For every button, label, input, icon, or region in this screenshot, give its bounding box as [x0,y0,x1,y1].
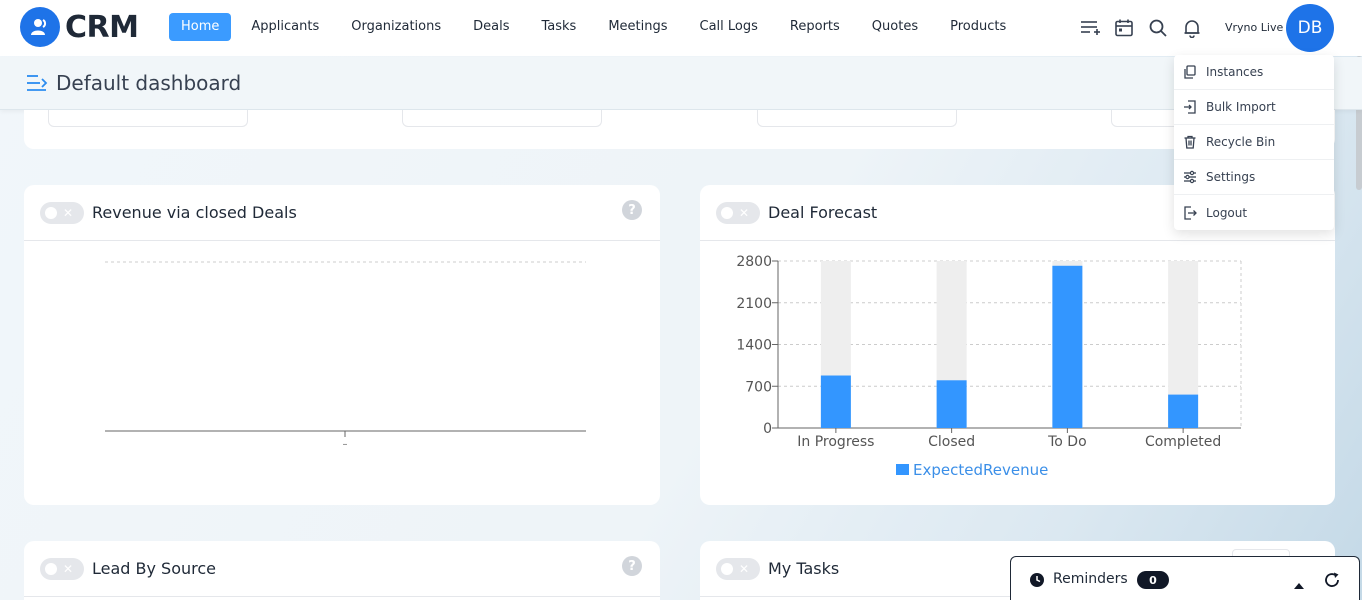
menu-item-label: Settings [1206,170,1256,184]
chart-legend-swatch [896,464,909,475]
chart-y-tick-label: 700 [745,379,772,395]
nav-item-call-logs[interactable]: Call Logs [688,13,770,41]
widget-title: Deal Forecast [768,203,878,222]
nav-item-organizations[interactable]: Organizations [339,13,453,41]
widget-header: ✕ Lead By Source ? [24,541,660,597]
chart-y-tick-label: 0 [763,421,772,437]
refresh-icon[interactable] [1323,571,1341,593]
menu-item-label: Instances [1206,65,1264,79]
menu-toggle-icon[interactable] [26,74,48,96]
bell-icon[interactable] [1178,14,1206,42]
widget-toggle[interactable]: ✕ [40,202,84,224]
chart-x-tick-label: – [343,439,348,450]
list-add-icon[interactable] [1076,14,1104,42]
nav-item-applicants[interactable]: Applicants [239,13,331,41]
user-name[interactable]: Vryno Live [1225,21,1283,34]
search-icon[interactable] [1144,14,1172,42]
logout-icon [1182,205,1198,221]
main-nav: Home Applicants Organizations Deals Task… [169,13,1026,41]
nav-item-meetings[interactable]: Meetings [596,13,679,41]
import-icon [1182,99,1198,115]
deal-forecast-chart: 0 700 1400 2100 2800 In Progress Closed To Do Co… [736,254,1242,479]
revenue-chart: – [105,261,586,450]
user-menu-dropdown: Instances Bulk Import Recycle Bin Settin… [1174,55,1334,230]
chart-y-tick-label: 2800 [736,254,772,270]
chart-bar [936,380,967,428]
menu-item-instances[interactable]: Instances [1174,55,1334,90]
widget-revenue: ✕ Revenue via closed Deals ? – [24,185,660,505]
menu-item-logout[interactable]: Logout [1174,195,1334,230]
chart-legend-label: ExpectedRevenue [913,461,1048,479]
nav-item-deals[interactable]: Deals [461,13,521,41]
nav-item-products[interactable]: Products [938,13,1018,41]
logo-text: CRM [65,9,139,45]
copy-icon [1182,64,1198,80]
widget-title: Revenue via closed Deals [92,203,297,222]
chart-x-tick-label: Completed [1145,434,1221,450]
reminders-count-badge: 0 [1137,571,1169,589]
menu-item-label: Bulk Import [1206,100,1276,114]
nav-item-reports[interactable]: Reports [778,13,852,41]
calendar-icon[interactable] [1110,14,1138,42]
chart-x-tick-label: In Progress [797,434,874,450]
widget-toggle[interactable]: ✕ [716,202,760,224]
chart-x-tick-label: To Do [1047,434,1087,450]
chart-y-tick-label: 1400 [736,338,772,354]
menu-item-label: Recycle Bin [1206,135,1276,149]
nav-item-home[interactable]: Home [169,13,232,41]
chart-bar [1168,394,1199,428]
menu-item-recycle-bin[interactable]: Recycle Bin [1174,125,1334,160]
top-navbar: CRM Home Applicants Organizations Deals … [0,0,1362,56]
widget-toggle[interactable]: ✕ [716,558,760,580]
summary-tile [757,110,957,127]
app-logo[interactable]: CRM [20,7,139,47]
widget-lead-source: ✕ Lead By Source ? [24,541,660,600]
menu-item-settings[interactable]: Settings [1174,160,1334,195]
chart-bar [820,375,851,428]
widget-header: ✕ Revenue via closed Deals ? [24,185,660,241]
widget-title: My Tasks [768,559,840,578]
widget-deal-forecast: ✕ Deal Forecast 0 700 1400 2100 2800 In Progr… [700,185,1335,505]
chart-x-tick-label: Closed [928,434,975,450]
chart-bar [1052,265,1083,428]
summary-tile [48,110,248,127]
trash-icon [1182,134,1198,150]
menu-item-label: Logout [1206,205,1248,220]
chart-y-tick-label: 2100 [736,296,772,312]
user-circle-icon [20,7,60,47]
reminders-label: Reminders [1053,571,1128,587]
clock-icon [1029,572,1045,592]
page-title: Default dashboard [56,71,242,95]
help-icon[interactable]: ? [622,200,642,220]
reminders-panel[interactable]: Reminders 0 [1010,556,1360,600]
dashboard-header: Default dashboard [0,57,1362,110]
widget-title: Lead By Source [92,559,217,578]
nav-item-tasks[interactable]: Tasks [529,13,588,41]
sliders-icon [1182,169,1198,185]
caret-up-icon[interactable] [1293,575,1305,594]
toolbar-icons: Vryno Live [1076,14,1283,42]
help-icon[interactable]: ? [622,556,642,576]
nav-item-quotes[interactable]: Quotes [860,13,930,41]
summary-card [24,110,1335,149]
user-avatar[interactable]: DB [1286,4,1334,52]
summary-tile [402,110,602,127]
menu-item-bulk-import[interactable]: Bulk Import [1174,90,1334,125]
widget-toggle[interactable]: ✕ [40,558,84,580]
